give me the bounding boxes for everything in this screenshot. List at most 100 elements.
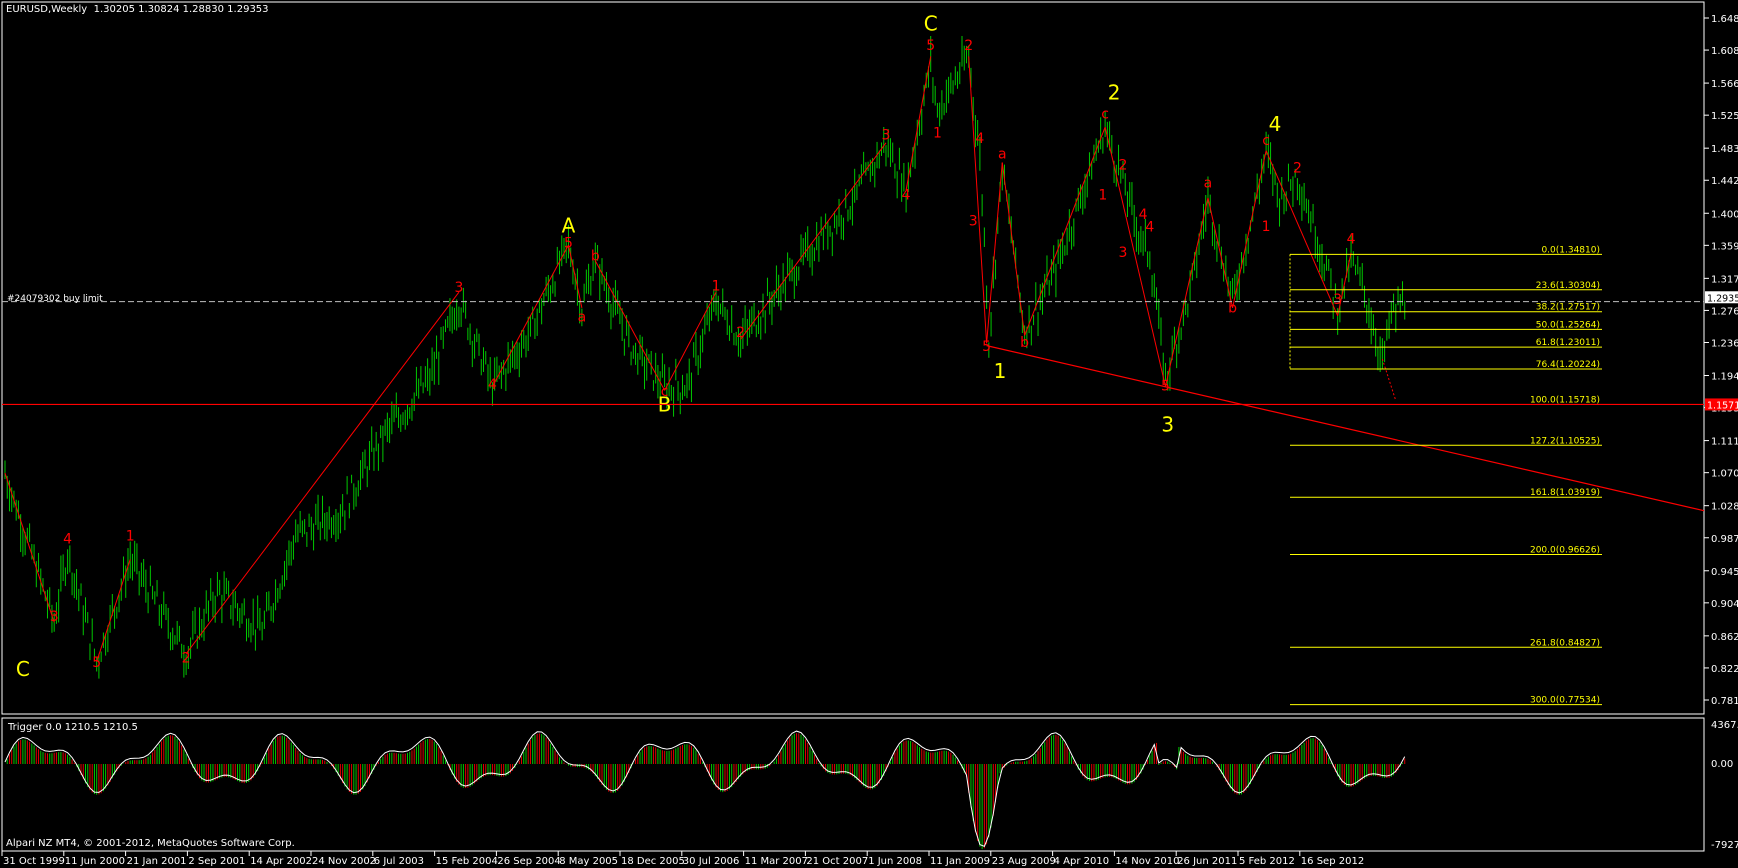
wave-segment [1164, 197, 1209, 387]
wave-segment [664, 291, 717, 391]
wave-segment [986, 162, 1003, 344]
wave-segment [1265, 150, 1339, 316]
major-wave-label: 1 [994, 359, 1007, 383]
fib-level-label: 161.8(1.03919) [1530, 488, 1600, 498]
minor-wave-label: 4 [488, 377, 497, 393]
price-tick-label: 0.78120 [1711, 696, 1738, 707]
time-tick-label: 6 Jul 2003 [374, 856, 424, 867]
time-tick-label: 18 Dec 2005 [621, 856, 685, 867]
time-tick-label: 11 Jun 2000 [65, 856, 125, 867]
price-tick-label: 1.60800 [1711, 46, 1738, 57]
minor-wave-label: 5 [564, 235, 573, 251]
wave-segment [905, 56, 932, 191]
minor-wave-label: 3 [969, 213, 978, 229]
minor-wave-label: 3 [454, 280, 463, 296]
time-tick-label: 8 May 2005 [559, 856, 618, 867]
minor-wave-label: 4 [1139, 207, 1148, 223]
wave-segment [740, 142, 887, 340]
major-wave-label: C [16, 657, 30, 681]
time-tick-label: 11 Jan 2009 [930, 856, 990, 867]
price-tick-label: 1.07040 [1711, 469, 1738, 480]
fib-level-label: 200.0(0.96626) [1530, 546, 1600, 556]
minor-wave-label: b [591, 249, 600, 265]
minor-wave-label: c [1262, 133, 1270, 149]
time-tick-label: 26 Jun 2011 [1177, 856, 1237, 867]
wave-labels: CABC123434512345abc1234512435abc123445ab… [16, 11, 1356, 680]
price-tick-label: 1.52520 [1711, 111, 1738, 122]
wave-segment [968, 56, 988, 344]
minor-wave-label: a [578, 309, 587, 325]
minor-wave-label: c [1101, 106, 1109, 122]
major-wave-label: A [562, 213, 576, 237]
minor-wave-label: 5 [982, 339, 991, 355]
fib-level-label: 61.8(1.23011) [1536, 338, 1600, 348]
price-tick-label: 0.94560 [1711, 567, 1738, 578]
wave-segment [4, 472, 55, 623]
minor-wave-label: 1 [712, 279, 721, 295]
minor-wave-label: 2 [1293, 161, 1302, 177]
minor-wave-label: 5 [92, 655, 101, 671]
time-tick-label: 5 Feb 2012 [1239, 856, 1295, 867]
minor-wave-label: 3 [50, 609, 59, 625]
fib-level-label: 50.0(1.25264) [1536, 320, 1600, 330]
wave-segment [1024, 126, 1106, 336]
time-tick-label: 11 Mar 2007 [745, 856, 808, 867]
price-tick-label: 0.86280 [1711, 632, 1738, 643]
indicator-zero-label: 0.00 [1711, 759, 1733, 770]
trend-line [986, 345, 1705, 512]
projection-line [1381, 358, 1397, 401]
minor-wave-label: a [998, 147, 1007, 163]
wave-segment [567, 244, 583, 309]
minor-wave-label: 5 [926, 38, 935, 54]
time-axis: 31 Oct 1999 11 Jun 2000 21 Jan 2001 2 Sep 2… [1, 851, 1364, 867]
red-line-price-label: 1.15718 [1707, 400, 1738, 411]
fib-level-label: 76.4(1.20224) [1536, 360, 1600, 370]
wave-lines [4, 56, 1705, 662]
price-tick-label: 1.35960 [1711, 241, 1738, 252]
price-tick-label: 1.64880 [1711, 14, 1738, 25]
time-tick-label: 1 Jun 2008 [868, 856, 922, 867]
time-tick-label: 21 Oct 2007 [806, 856, 868, 867]
price-tick-label: 1.31760 [1711, 274, 1738, 285]
price-tick-label: 1.19400 [1711, 372, 1738, 383]
oscillator-histogram [4, 730, 1406, 850]
minor-wave-label: 5 [1161, 378, 1170, 394]
time-tick-label: 2 Sep 2001 [188, 856, 245, 867]
order-line-label[interactable]: #24079302 buy limit [7, 294, 103, 304]
time-tick-label: 4 Apr 2010 [1054, 856, 1109, 867]
fib-level-label: 23.6(1.30304) [1536, 281, 1600, 291]
minor-wave-label: 1 [1098, 187, 1107, 203]
fib-level-label: 0.0(1.34810) [1541, 245, 1600, 255]
signal-line [4, 730, 1406, 847]
indicator-title: Trigger 0.0 1210.5 1210.5 [8, 722, 138, 733]
minor-wave-label: 2 [182, 650, 191, 666]
wave-segment [492, 244, 569, 387]
minor-wave-label: 2 [736, 325, 745, 341]
minor-wave-label: 4 [1347, 231, 1356, 247]
chart-canvas[interactable]: 0.0(1.34810)23.6(1.30304)38.2(1.27517)50… [0, 0, 1738, 868]
fib-level-label: 38.2(1.27517) [1536, 303, 1600, 313]
major-wave-label: 3 [1161, 412, 1174, 436]
symbol-title: EURUSD,Weekly 1.30205 1.30824 1.28830 1.… [6, 4, 269, 15]
time-tick-label: 16 Sep 2012 [1301, 856, 1364, 867]
fib-level-label: 261.8(0.84827) [1530, 638, 1600, 648]
price-tick-label: 1.48320 [1711, 144, 1738, 155]
chart-overlays [2, 301, 1704, 406]
current-price-label: 1.29353 [1707, 293, 1738, 304]
wave-segment [96, 559, 131, 662]
minor-wave-label: b [1228, 301, 1237, 317]
minor-wave-label: 1 [1262, 219, 1271, 235]
major-wave-label: 4 [1269, 112, 1282, 136]
price-tick-label: 1.02840 [1711, 502, 1738, 513]
time-tick-label: 24 Nov 2002 [312, 856, 376, 867]
minor-wave-label: 2 [1119, 158, 1128, 174]
wave-segment [1104, 126, 1166, 387]
minor-wave-label: 4 [63, 532, 72, 548]
wave-segment [185, 291, 460, 655]
copyright-text: Alpari NZ MT4, © 2001-2012, MetaQuotes S… [6, 838, 295, 849]
indicator-frame [1, 717, 1705, 852]
price-tick-label: 1.11120 [1711, 437, 1738, 448]
fib-level-label: 127.2(1.10525) [1530, 436, 1600, 446]
minor-wave-label: a [1204, 176, 1213, 192]
time-tick-label: 26 Sep 2004 [497, 856, 560, 867]
